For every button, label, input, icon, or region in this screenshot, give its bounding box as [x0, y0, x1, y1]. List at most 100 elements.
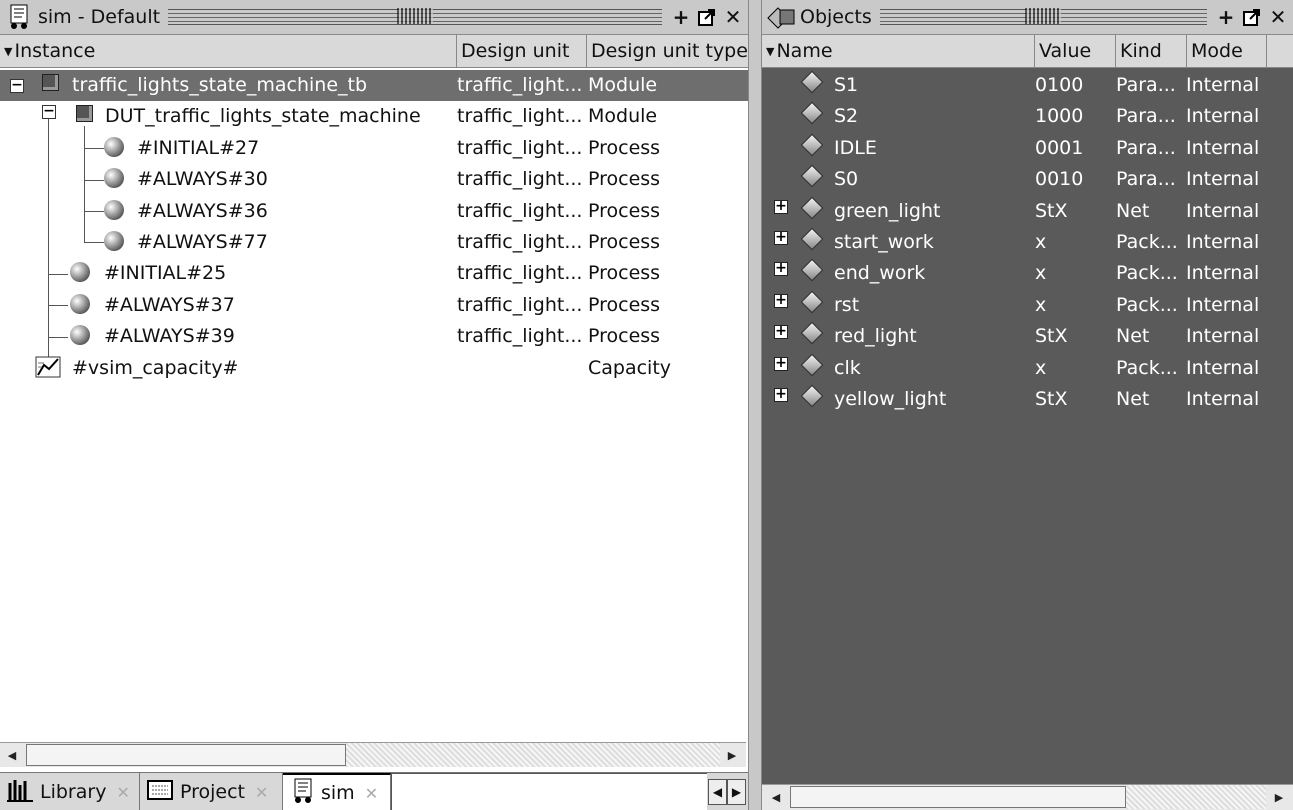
tree-row[interactable]: #ALWAYS#36 traffic_light... Process — [0, 196, 748, 227]
panel-drag-handle[interactable] — [879, 8, 1207, 25]
column-header-kind[interactable]: Kind — [1116, 35, 1187, 67]
object-row[interactable]: IDLE 0001 Para... Internal — [762, 133, 1293, 164]
instance-panel: sim - Default + ✕ ▼ Instance Design unit … — [0, 0, 748, 810]
object-row[interactable]: S1 0100 Para... Internal — [762, 70, 1293, 101]
object-mode: Internal — [1186, 74, 1260, 96]
dock-button[interactable]: + — [670, 6, 692, 28]
scrollbar-thumb[interactable] — [26, 744, 346, 766]
scrollbar-thumb[interactable] — [790, 786, 1126, 808]
object-name: S1 — [834, 74, 859, 96]
column-header-name[interactable]: ▼ Name — [762, 35, 1035, 67]
process-icon — [104, 199, 124, 220]
object-mode: Internal — [1186, 325, 1260, 348]
object-row[interactable]: + end_work x Pack... Internal — [762, 258, 1293, 289]
object-row[interactable]: + clk x Pack... Internal — [762, 353, 1293, 384]
tree-row[interactable]: #INITIAL#27 traffic_light... Process — [0, 133, 748, 164]
object-value: x — [1035, 262, 1047, 285]
close-tab-icon[interactable]: ✕ — [365, 784, 378, 803]
design-unit: traffic_light... — [457, 230, 583, 253]
sort-triangle-icon: ▼ — [766, 44, 775, 58]
tree-row[interactable]: #ALWAYS#39 traffic_light... Process — [0, 321, 748, 352]
design-unit-type: Capacity — [588, 356, 672, 379]
instance-name: #ALWAYS#39 — [104, 325, 235, 348]
tree-row[interactable]: − traffic_lights_state_machine_tb traffi… — [0, 70, 748, 102]
close-tab-icon[interactable]: ✕ — [116, 783, 129, 802]
objects-icon — [766, 2, 796, 32]
object-mode: Internal — [1186, 262, 1260, 285]
dock-button[interactable]: + — [1215, 6, 1237, 28]
tree-row[interactable]: #vsim_capacity# Capacity — [0, 353, 748, 384]
objects-panel-titlebar[interactable]: Objects + ✕ — [762, 0, 1293, 35]
expand-toggle-icon[interactable]: + — [774, 199, 788, 214]
scroll-right-icon[interactable]: ▶ — [1267, 785, 1291, 809]
tab-sim[interactable]: sim ✕ — [283, 773, 391, 810]
instance-name: #ALWAYS#77 — [137, 230, 268, 253]
object-name: yellow_light — [834, 387, 947, 410]
column-header-mode[interactable]: Mode — [1187, 35, 1267, 67]
tree-row[interactable]: #ALWAYS#77 traffic_light... Process — [0, 227, 748, 258]
tab-library[interactable]: Library ✕ — [0, 773, 140, 810]
tab-scroll-left-icon[interactable]: ◀ — [708, 779, 727, 805]
undock-button[interactable] — [696, 6, 718, 28]
objects-horizontal-scrollbar[interactable]: ◀ ▶ — [762, 784, 1293, 810]
instance-panel-title: sim - Default — [38, 6, 161, 28]
tree-row[interactable]: #ALWAYS#37 traffic_light... Process — [0, 290, 748, 321]
object-value: 0100 — [1035, 74, 1084, 96]
object-row[interactable]: + green_light StX Net Internal — [762, 196, 1293, 227]
expand-toggle-icon[interactable]: + — [774, 293, 788, 308]
design-unit: traffic_light... — [457, 293, 583, 316]
tab-scroll-right-icon[interactable]: ▶ — [727, 779, 746, 805]
tree-row[interactable]: #INITIAL#25 traffic_light... Process — [0, 258, 748, 289]
design-unit: traffic_light... — [457, 168, 583, 191]
design-unit-type: Process — [588, 262, 661, 285]
capacity-icon — [34, 355, 64, 386]
objects-list: S1 0100 Para... Internal S2 1000 Para...… — [762, 70, 1293, 415]
instance-panel-titlebar[interactable]: sim - Default + ✕ — [0, 0, 748, 35]
collapse-toggle-icon[interactable]: − — [42, 104, 56, 120]
column-header-instance[interactable]: ▼ Instance — [0, 35, 457, 67]
design-unit: traffic_light... — [457, 199, 583, 222]
collapse-toggle-icon[interactable]: − — [10, 78, 24, 93]
close-button[interactable]: ✕ — [1267, 6, 1289, 28]
scroll-left-icon[interactable]: ◀ — [764, 785, 788, 809]
object-mode: Internal — [1186, 387, 1260, 410]
object-row[interactable]: S2 1000 Para... Internal — [762, 101, 1293, 132]
object-value: x — [1035, 293, 1047, 316]
close-tab-icon[interactable]: ✕ — [255, 783, 268, 802]
object-row[interactable]: + red_light StX Net Internal — [762, 321, 1293, 352]
expand-toggle-icon[interactable]: + — [774, 324, 788, 340]
object-row[interactable]: + start_work x Pack... Internal — [762, 227, 1293, 258]
expand-toggle-icon[interactable]: + — [774, 230, 788, 245]
expand-toggle-icon[interactable]: + — [774, 261, 788, 277]
expand-toggle-icon[interactable]: + — [774, 387, 788, 402]
sort-triangle-icon: ▼ — [4, 44, 13, 58]
design-unit: traffic_light... — [457, 325, 583, 348]
column-header-design-unit-type[interactable]: Design unit type — [587, 35, 748, 67]
instance-horizontal-scrollbar[interactable]: ◀ ▶ — [0, 742, 746, 767]
object-value: StX — [1035, 325, 1068, 348]
object-mode: Internal — [1186, 293, 1260, 316]
object-row[interactable]: + rst x Pack... Internal — [762, 290, 1293, 321]
tab-project[interactable]: Project ✕ — [140, 773, 283, 810]
object-kind: Net — [1116, 325, 1150, 348]
object-kind: Para... — [1116, 136, 1176, 159]
object-row[interactable]: S0 0010 Para... Internal — [762, 164, 1293, 195]
tree-row[interactable]: #ALWAYS#30 traffic_light... Process — [0, 164, 748, 195]
pane-splitter[interactable] — [748, 0, 762, 810]
object-value: x — [1035, 230, 1047, 253]
column-header-design-unit[interactable]: Design unit — [457, 35, 587, 67]
panel-drag-handle[interactable] — [168, 8, 662, 25]
parameter-icon — [800, 102, 824, 125]
parameter-icon — [800, 70, 824, 94]
close-button[interactable]: ✕ — [722, 6, 744, 28]
signal-icon — [800, 196, 824, 219]
column-header-value[interactable]: Value — [1035, 35, 1116, 67]
scroll-left-icon[interactable]: ◀ — [0, 743, 24, 767]
tree-row[interactable]: − DUT_traffic_lights_state_machine traff… — [0, 101, 748, 132]
expand-toggle-icon[interactable]: + — [774, 356, 788, 371]
undock-button[interactable] — [1241, 6, 1263, 28]
object-row[interactable]: + yellow_light StX Net Internal — [762, 384, 1293, 415]
object-kind: Net — [1116, 387, 1150, 410]
instance-table-header: ▼ Instance Design unit Design unit type — [0, 35, 748, 68]
scroll-right-icon[interactable]: ▶ — [720, 743, 744, 767]
